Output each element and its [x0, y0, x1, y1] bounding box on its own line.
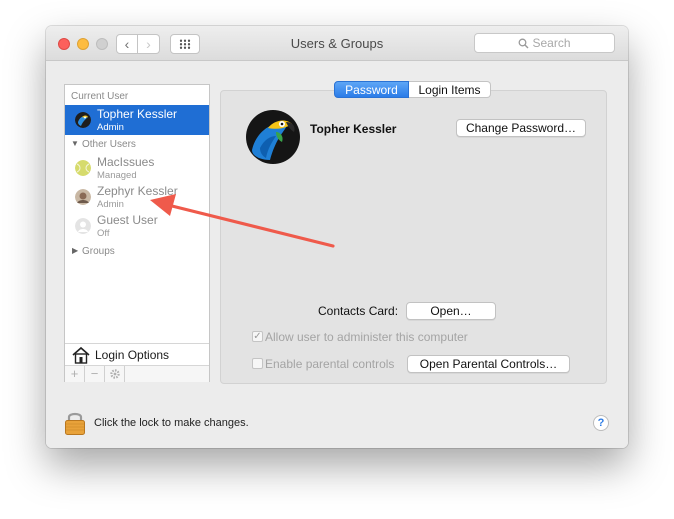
- tennis-ball-avatar: [75, 160, 91, 176]
- user-role: Admin: [97, 122, 124, 133]
- preferences-window: ‹ › Users & Groups Search Current User T…: [46, 26, 628, 448]
- minus-icon: −: [90, 366, 99, 381]
- change-password-button[interactable]: Change Password…: [456, 119, 586, 137]
- contacts-card-label: Contacts Card:: [318, 304, 399, 318]
- other-users-header: Other Users: [82, 139, 136, 150]
- user-picture[interactable]: [246, 110, 300, 164]
- search-placeholder: Search: [532, 36, 571, 50]
- gear-icon: [109, 369, 120, 379]
- user-role: Admin: [97, 199, 124, 210]
- plus-icon: +: [70, 366, 79, 381]
- tab-login-items[interactable]: Login Items: [409, 81, 491, 98]
- sidebar-button-bar: + −: [65, 365, 209, 382]
- users-sidebar: Current User Topher Kessler Admin ▼ Othe…: [64, 84, 210, 382]
- tab-password[interactable]: Password: [334, 81, 409, 98]
- macaw-avatar: [246, 110, 300, 164]
- help-button[interactable]: ?: [593, 415, 609, 431]
- open-parental-controls-button[interactable]: Open Parental Controls…: [407, 355, 570, 373]
- user-role: Off: [97, 228, 110, 239]
- search-field[interactable]: Search: [474, 33, 615, 53]
- parental-controls-checkbox[interactable]: [252, 358, 263, 369]
- photo-avatar: [75, 189, 91, 205]
- macaw-avatar: [75, 112, 91, 128]
- user-name: Guest User: [97, 213, 158, 227]
- add-user-button[interactable]: +: [65, 366, 85, 382]
- allow-admin-checkbox[interactable]: ✓: [252, 331, 263, 342]
- contacts-open-button[interactable]: Open…: [406, 302, 496, 320]
- remove-user-button[interactable]: −: [85, 366, 105, 382]
- login-options-label: Login Options: [95, 348, 170, 362]
- user-name: Topher Kessler: [97, 107, 178, 121]
- guest-user-icon: [75, 218, 91, 234]
- user-row-guest[interactable]: Guest User Off: [65, 211, 209, 241]
- user-name-heading: Topher Kessler: [310, 122, 397, 136]
- user-name: MacIssues: [97, 155, 155, 169]
- user-role: Managed: [97, 170, 137, 181]
- user-row-macissues[interactable]: MacIssues Managed: [65, 153, 209, 183]
- disclosure-triangle-open-icon[interactable]: ▼: [71, 139, 79, 148]
- user-row-zephyr[interactable]: Zephyr Kessler Admin: [65, 182, 209, 212]
- groups-row[interactable]: ▶ Groups: [65, 243, 209, 259]
- search-icon: [519, 38, 529, 49]
- user-name: Zephyr Kessler: [97, 184, 178, 198]
- login-options-row[interactable]: Login Options: [65, 343, 209, 366]
- disclosure-triangle-closed-icon: ▶: [72, 246, 79, 255]
- allow-admin-label: Allow user to administer this computer: [265, 330, 468, 344]
- lock-icon[interactable]: [64, 410, 86, 436]
- lock-message: Click the lock to make changes.: [94, 417, 249, 429]
- parental-controls-label: Enable parental controls: [265, 357, 395, 371]
- house-icon: [72, 346, 90, 364]
- user-row-topher[interactable]: Topher Kessler Admin: [65, 105, 209, 135]
- current-user-header: Current User: [71, 91, 129, 102]
- groups-label: Groups: [82, 246, 115, 257]
- action-menu-button[interactable]: [105, 366, 125, 382]
- titlebar: ‹ › Users & Groups Search: [46, 26, 628, 61]
- checkmark-icon: ✓: [253, 331, 262, 342]
